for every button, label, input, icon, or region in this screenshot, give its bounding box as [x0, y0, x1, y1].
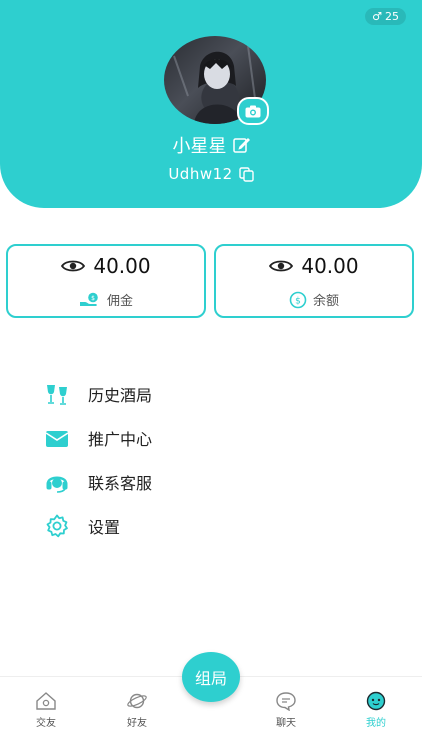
dollar-circle-icon: $ [289, 291, 307, 308]
balance-label: 余额 [312, 294, 339, 309]
tab-label-chat: 聊天 [276, 718, 296, 729]
user-id-row: Udhw12 [0, 165, 422, 183]
menu-item-promotion[interactable]: 推广中心 [44, 416, 152, 460]
envelope-icon [44, 425, 70, 451]
svg-text:$: $ [295, 296, 301, 306]
tab-label-me: 我的 [366, 718, 386, 729]
eye-icon[interactable] [269, 258, 294, 274]
eye-icon[interactable] [61, 258, 86, 274]
tab-chat[interactable]: 聊天 [256, 691, 316, 729]
create-party-label: 组局 [194, 669, 227, 688]
planet-icon [127, 693, 147, 709]
commission-label: 佣金 [106, 294, 133, 309]
commission-card[interactable]: 40.00 $ 佣金 [6, 244, 206, 318]
hand-coin-icon: $ [79, 292, 98, 306]
balance-card[interactable]: 40.00 $ 余额 [214, 244, 414, 318]
menu-label-settings: 设置 [88, 518, 121, 537]
tab-label-make-friends: 交友 [36, 718, 56, 729]
create-party-button[interactable]: 组局 [182, 652, 240, 702]
commission-value: 40.00 [93, 254, 151, 278]
tab-label-friends: 好友 [127, 718, 147, 729]
tab-me[interactable]: 我的 [346, 691, 406, 729]
edit-icon[interactable] [232, 137, 250, 154]
copy-icon[interactable] [238, 166, 254, 182]
menu-label-promotion: 推广中心 [88, 430, 153, 449]
menu-label-customer-service: 联系客服 [88, 474, 153, 493]
tab-make-friends[interactable]: 交友 [16, 691, 76, 729]
menu-item-drink-history[interactable]: 历史酒局 [44, 372, 152, 416]
nickname-row: 小星星 [0, 132, 422, 158]
menu-label-drink-history: 历史酒局 [88, 386, 153, 405]
user-id: Udhw12 [168, 165, 233, 183]
tab-friends[interactable]: 好友 [107, 691, 167, 729]
gear-icon [44, 513, 70, 539]
menu-item-customer-service[interactable]: 联系客服 [44, 460, 152, 504]
chat-bubble-icon [276, 692, 296, 711]
menu-list: 历史酒局 推广中心 联系客服 设置 [44, 372, 152, 548]
face-icon [366, 691, 386, 711]
home-icon [36, 692, 56, 710]
camera-icon [245, 105, 261, 117]
svg-text:$: $ [91, 295, 95, 302]
change-avatar-button[interactable] [237, 97, 269, 125]
balance-value: 40.00 [301, 254, 359, 278]
headset-icon [44, 469, 70, 495]
nickname: 小星星 [172, 136, 227, 157]
male-icon: ♂ [372, 10, 382, 23]
age-value: 25 [385, 10, 399, 23]
wine-glasses-icon [44, 381, 70, 407]
menu-item-settings[interactable]: 设置 [44, 504, 152, 548]
gender-age-badge: ♂ 25 [365, 8, 406, 25]
